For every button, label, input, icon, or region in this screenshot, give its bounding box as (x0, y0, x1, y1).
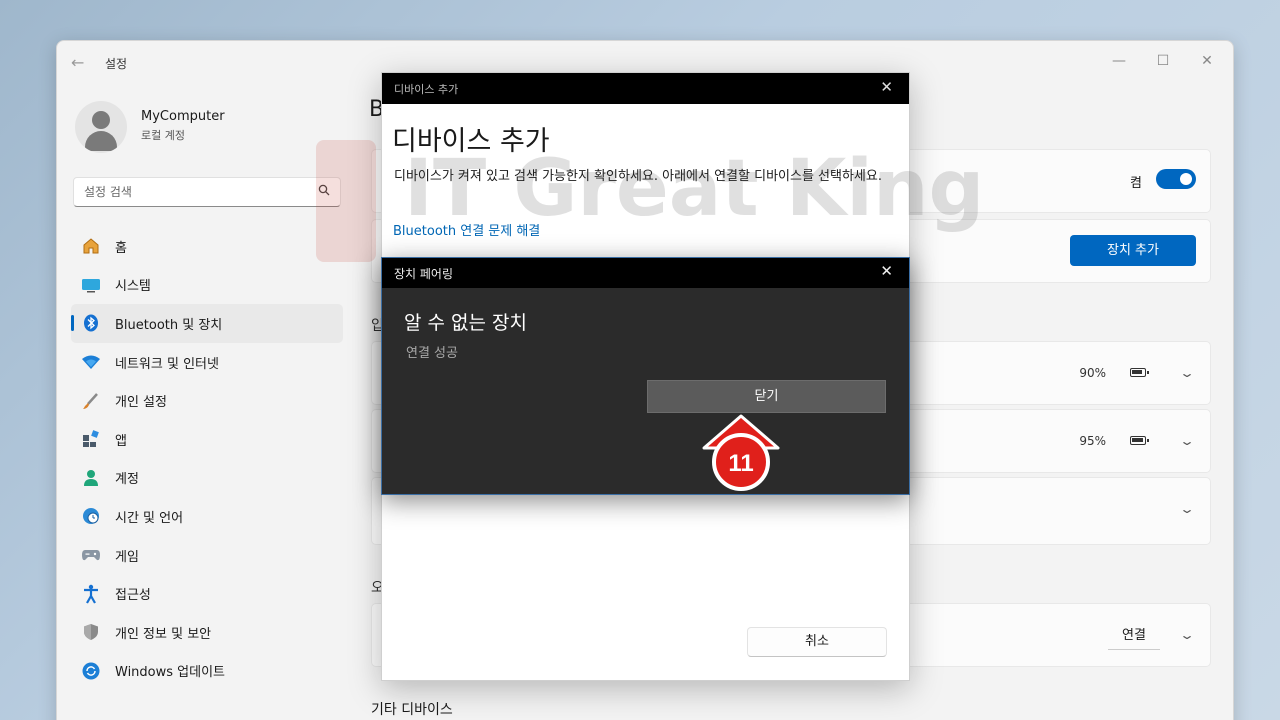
sidebar-item-label: 접근성 (115, 588, 151, 604)
sidebar-item-accounts[interactable]: 계정 (71, 459, 343, 498)
battery-percent: 90% (1079, 366, 1106, 380)
close-window-button[interactable]: ✕ (1185, 47, 1229, 75)
search-input[interactable] (74, 178, 304, 206)
battery-fill (1132, 370, 1142, 374)
sidebar-item-label: 앱 (115, 433, 127, 449)
apps-icon (81, 429, 101, 449)
sidebar-item-bluetooth[interactable]: Bluetooth 및 장치 (71, 304, 343, 343)
display-icon (81, 275, 101, 295)
chevron-down-icon[interactable]: ⌄ (1179, 434, 1195, 448)
pairing-dialog: 장치 페어링 ✕ 알 수 없는 장치 연결 성공 닫기 (381, 257, 910, 495)
sidebar-item-network[interactable]: 네트워크 및 인터넷 (71, 343, 343, 382)
add-device-button[interactable]: 장치 추가 (1070, 235, 1196, 266)
close-button[interactable]: 닫기 (647, 380, 886, 413)
dialog-title: 장치 페어링 (394, 267, 454, 281)
sidebar-item-label: Windows 업데이트 (115, 665, 226, 681)
bluetooth-icon (81, 313, 101, 333)
sidebar-item-windows-update[interactable]: Windows 업데이트 (71, 652, 343, 691)
sidebar-item-label: 게임 (115, 549, 139, 565)
accessibility-icon (81, 584, 101, 604)
dialog-title-bar: 장치 페어링 ✕ (382, 258, 909, 288)
device-name-heading: 알 수 없는 장치 (404, 312, 527, 334)
sidebar-item-personalization[interactable]: 개인 설정 (71, 381, 343, 420)
wifi-icon (81, 352, 101, 372)
app-title: 설정 (105, 57, 128, 71)
troubleshoot-link[interactable]: Bluetooth 연결 문제 해결 (393, 220, 540, 239)
home-icon (81, 236, 101, 256)
other-devices-title: 기타 디바이스 (371, 702, 453, 718)
sidebar-item-label: 네트워크 및 인터넷 (115, 356, 219, 372)
cancel-button[interactable]: 취소 (747, 627, 887, 657)
toggle-state-label: 켬 (1130, 176, 1142, 191)
gamepad-icon (81, 545, 101, 565)
chevron-down-icon[interactable]: ⌄ (1179, 502, 1195, 516)
close-icon[interactable]: ✕ (880, 78, 893, 96)
profile-subtitle: 로컬 계정 (141, 129, 185, 142)
sidebar-item-label: 개인 정보 및 보안 (115, 626, 212, 642)
dialog-title: 디바이스 추가 (394, 83, 459, 96)
sidebar-item-label: 개인 설정 (115, 395, 167, 411)
search-icon[interactable] (318, 184, 330, 199)
sidebar-item-label: 시스템 (115, 279, 151, 295)
sidebar-item-time-language[interactable]: 시간 및 언어 (71, 497, 343, 536)
brush-icon (81, 391, 101, 411)
sidebar-item-label: 시간 및 언어 (115, 510, 184, 526)
sidebar-item-label: 계정 (115, 472, 139, 488)
chevron-down-icon[interactable]: ⌄ (1179, 366, 1195, 380)
sidebar-item-privacy[interactable]: 개인 정보 및 보안 (71, 613, 343, 652)
sidebar-item-apps[interactable]: 앱 (71, 420, 343, 459)
dialog-heading: 디바이스 추가 (392, 126, 550, 157)
update-icon (81, 661, 101, 681)
pairing-status: 연결 성공 (406, 346, 458, 361)
search-box[interactable] (73, 177, 341, 207)
bluetooth-toggle[interactable] (1156, 169, 1196, 189)
close-icon[interactable]: ✕ (880, 262, 893, 280)
sidebar-item-accessibility[interactable]: 접근성 (71, 574, 343, 613)
globe-clock-icon (81, 506, 101, 526)
dialog-description: 디바이스가 켜져 있고 검색 가능한지 확인하세요. 아래에서 연결할 디바이스… (394, 169, 882, 184)
back-arrow-icon[interactable]: ← (71, 53, 84, 72)
step-marker: 11 (702, 414, 780, 491)
shield-icon (81, 622, 101, 642)
user-avatar-icon (75, 101, 127, 153)
connect-button[interactable]: 연결 (1108, 622, 1160, 650)
dialog-title-bar: 디바이스 추가 ✕ (382, 73, 909, 104)
sidebar-item-gaming[interactable]: 게임 (71, 536, 343, 575)
sidebar-nav: 홈 시스템 Bluetooth 및 장치 네트워크 및 인터넷 개인 설정 앱 … (71, 227, 343, 690)
chevron-down-icon[interactable]: ⌄ (1179, 628, 1195, 642)
sidebar-item-label: Bluetooth 및 장치 (115, 317, 223, 333)
sidebar-item-system[interactable]: 시스템 (71, 266, 343, 305)
battery-percent: 95% (1079, 434, 1106, 448)
sidebar-item-label: 홈 (115, 240, 127, 256)
battery-icon (1130, 368, 1149, 377)
battery-fill (1132, 438, 1143, 442)
account-icon (81, 468, 101, 488)
profile-name: MyComputer (141, 109, 225, 124)
battery-icon (1130, 436, 1149, 445)
minimize-button[interactable]: — (1097, 47, 1141, 75)
maximize-button[interactable]: ☐ (1141, 47, 1185, 75)
step-number: 11 (728, 450, 753, 477)
sidebar-item-home[interactable]: 홈 (71, 227, 343, 266)
